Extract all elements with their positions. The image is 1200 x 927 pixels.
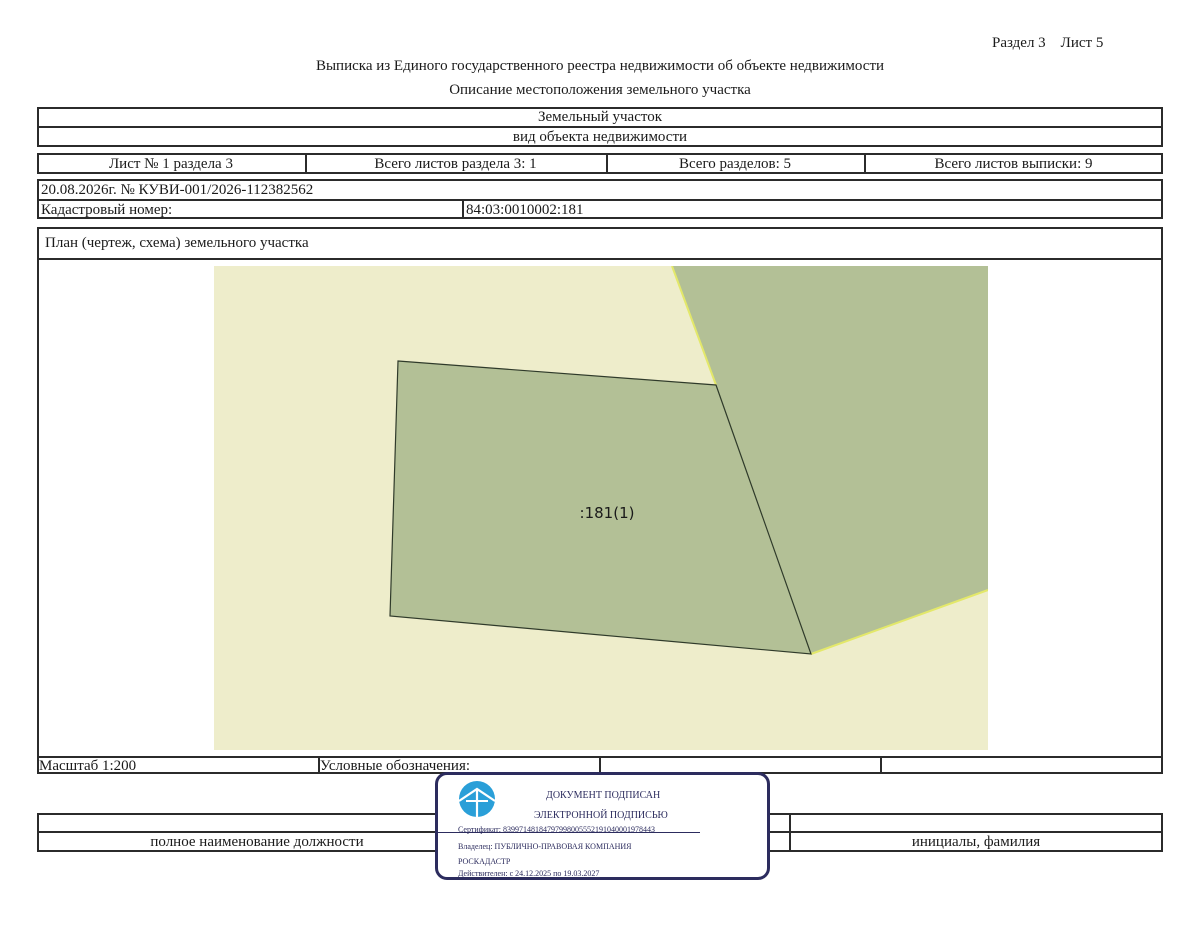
object-type-divider <box>37 126 1163 128</box>
document-title: Выписка из Единого государственного реес… <box>315 58 885 74</box>
stamp-owner-2: РОСКАДАСТР <box>458 857 511 866</box>
plan-title: План (чертеж, схема) земельного участка <box>45 235 309 251</box>
electronic-signature-stamp: ДОКУМЕНТ ПОДПИСАН ЭЛЕКТРОННОЙ ПОДПИСЬЮ С… <box>435 772 770 880</box>
object-type-caption: вид объекта недвижимости <box>512 129 688 145</box>
total-sections: Всего разделов: 5 <box>678 156 792 172</box>
parcel-label: :181(1) <box>580 504 635 522</box>
scale-label: Масштаб 1:200 <box>39 758 137 774</box>
legend-divider-3 <box>880 756 882 774</box>
rosreestr-logo-icon <box>458 781 496 817</box>
total-sheets-section: Всего листов раздела 3: 1 <box>374 156 537 172</box>
object-type: Земельный участок <box>537 109 663 125</box>
stamp-valid: Действителен: с 24.12.2025 по 19.03.2027 <box>458 869 600 878</box>
position-caption: полное наименование должности <box>150 834 364 850</box>
parcel-plan-drawing: :181(1) <box>214 266 988 750</box>
stamp-certificate: Сертификат: 8399714818479799800555219104… <box>458 825 655 834</box>
cadastral-divider <box>462 199 464 219</box>
record-divider <box>37 199 1163 201</box>
stamp-line-1: ДОКУМЕНТ ПОДПИСАН <box>546 790 661 801</box>
document-subtitle: Описание местоположения земельного участ… <box>449 82 751 98</box>
plan-title-divider <box>37 258 1163 260</box>
stamp-line-2: ЭЛЕКТРОННОЙ ПОДПИСЬЮ <box>534 810 668 821</box>
stamp-owner: Владелец: ПУБЛИЧНО-ПРАВОВАЯ КОМПАНИЯ <box>458 842 632 851</box>
record-date-number: 20.08.2026г. № КУВИ-001/2026-112382562 <box>41 182 314 198</box>
total-sheets-extract: Всего листов выписки: 9 <box>934 156 1093 172</box>
cadastral-label: Кадастровый номер: <box>41 202 173 218</box>
section-sheet-label: Раздел 3 Лист 5 <box>992 35 1104 51</box>
name-caption: инициалы, фамилия <box>911 834 1041 850</box>
cadastral-number: 84:03:0010002:181 <box>466 202 584 218</box>
sheet-number: Лист № 1 раздела 3 <box>109 156 233 172</box>
